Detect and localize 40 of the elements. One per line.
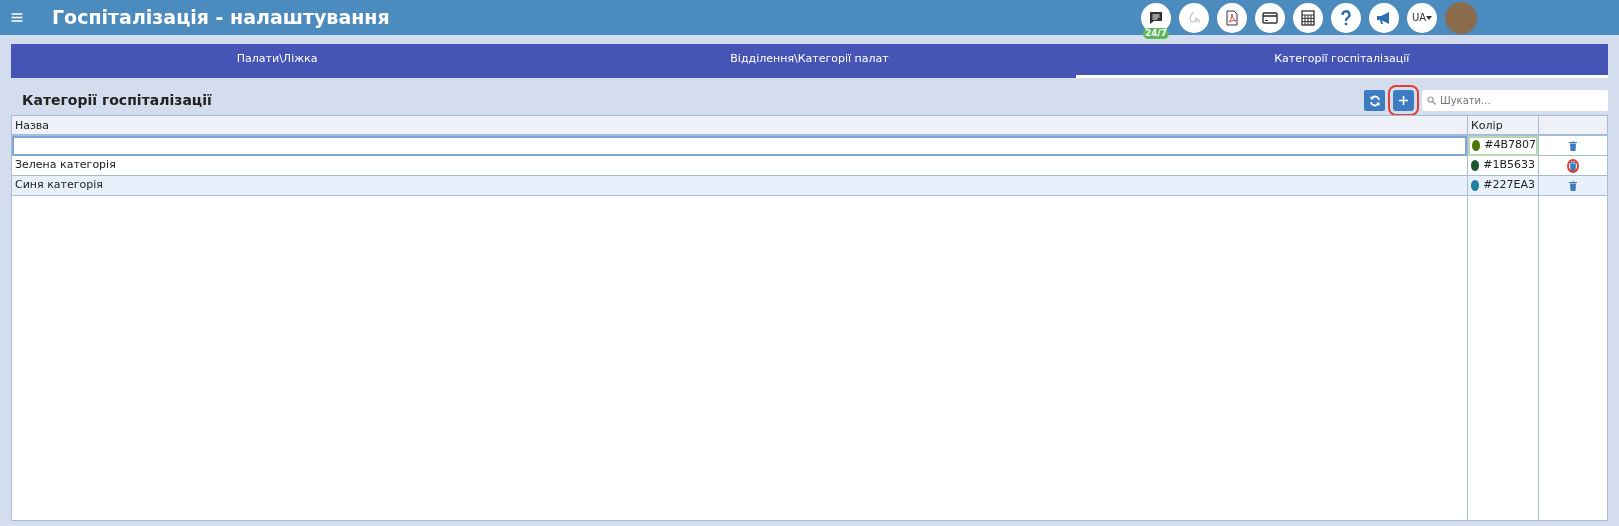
credit-card-button[interactable] [1255,2,1285,33]
name-input-field[interactable] [12,135,1467,156]
signature-button[interactable] [1179,2,1209,33]
megaphone-button[interactable] [1369,2,1399,33]
color-input-field[interactable]: #4B7807 [1468,135,1538,156]
trash-icon [1569,140,1577,151]
delete-button[interactable] [1569,180,1577,191]
color-code: #1B5633 [1483,157,1535,174]
refresh-icon [1368,94,1381,107]
trash-icon [1569,160,1577,171]
menu-icon[interactable] [10,13,24,22]
help-icon [1340,9,1352,26]
trash-icon [1569,180,1577,191]
section-title: Категорії госпіталізації [22,91,212,110]
pdf-button[interactable] [1217,2,1247,33]
help-button[interactable] [1331,2,1361,33]
tab[interactable]: Відділення\Категорії палат [543,44,1076,78]
caret-icon [1426,15,1433,20]
credit-card-icon [1262,11,1278,24]
tab[interactable]: Палати\Ліжка [11,44,544,78]
chat-badge: 24/7 [1142,27,1170,39]
table-cell: Синя категорія [15,177,103,194]
delete-button[interactable] [1569,140,1577,151]
search-icon [1427,96,1436,105]
search-field[interactable]: Шукати... [1422,90,1608,111]
column-header: Колір [1468,116,1539,136]
pdf-icon [1225,9,1239,26]
refresh-button[interactable] [1364,90,1385,111]
chat-icon [1148,9,1164,26]
delete-button[interactable] [1569,160,1577,171]
calculator-button[interactable] [1293,2,1323,33]
color-code: #227EA3 [1483,177,1535,194]
page-title: Госпіталізація - налаштування [52,5,390,31]
column-header: Назва [12,116,1468,136]
plus-icon [1398,95,1409,106]
tab[interactable]: Категорії госпіталізації [1075,44,1608,78]
language-button[interactable]: UA [1407,2,1437,33]
table-cell: Зелена категорія [15,157,116,174]
calculator-icon [1301,9,1315,26]
color-code: #4B7807 [1484,137,1536,154]
